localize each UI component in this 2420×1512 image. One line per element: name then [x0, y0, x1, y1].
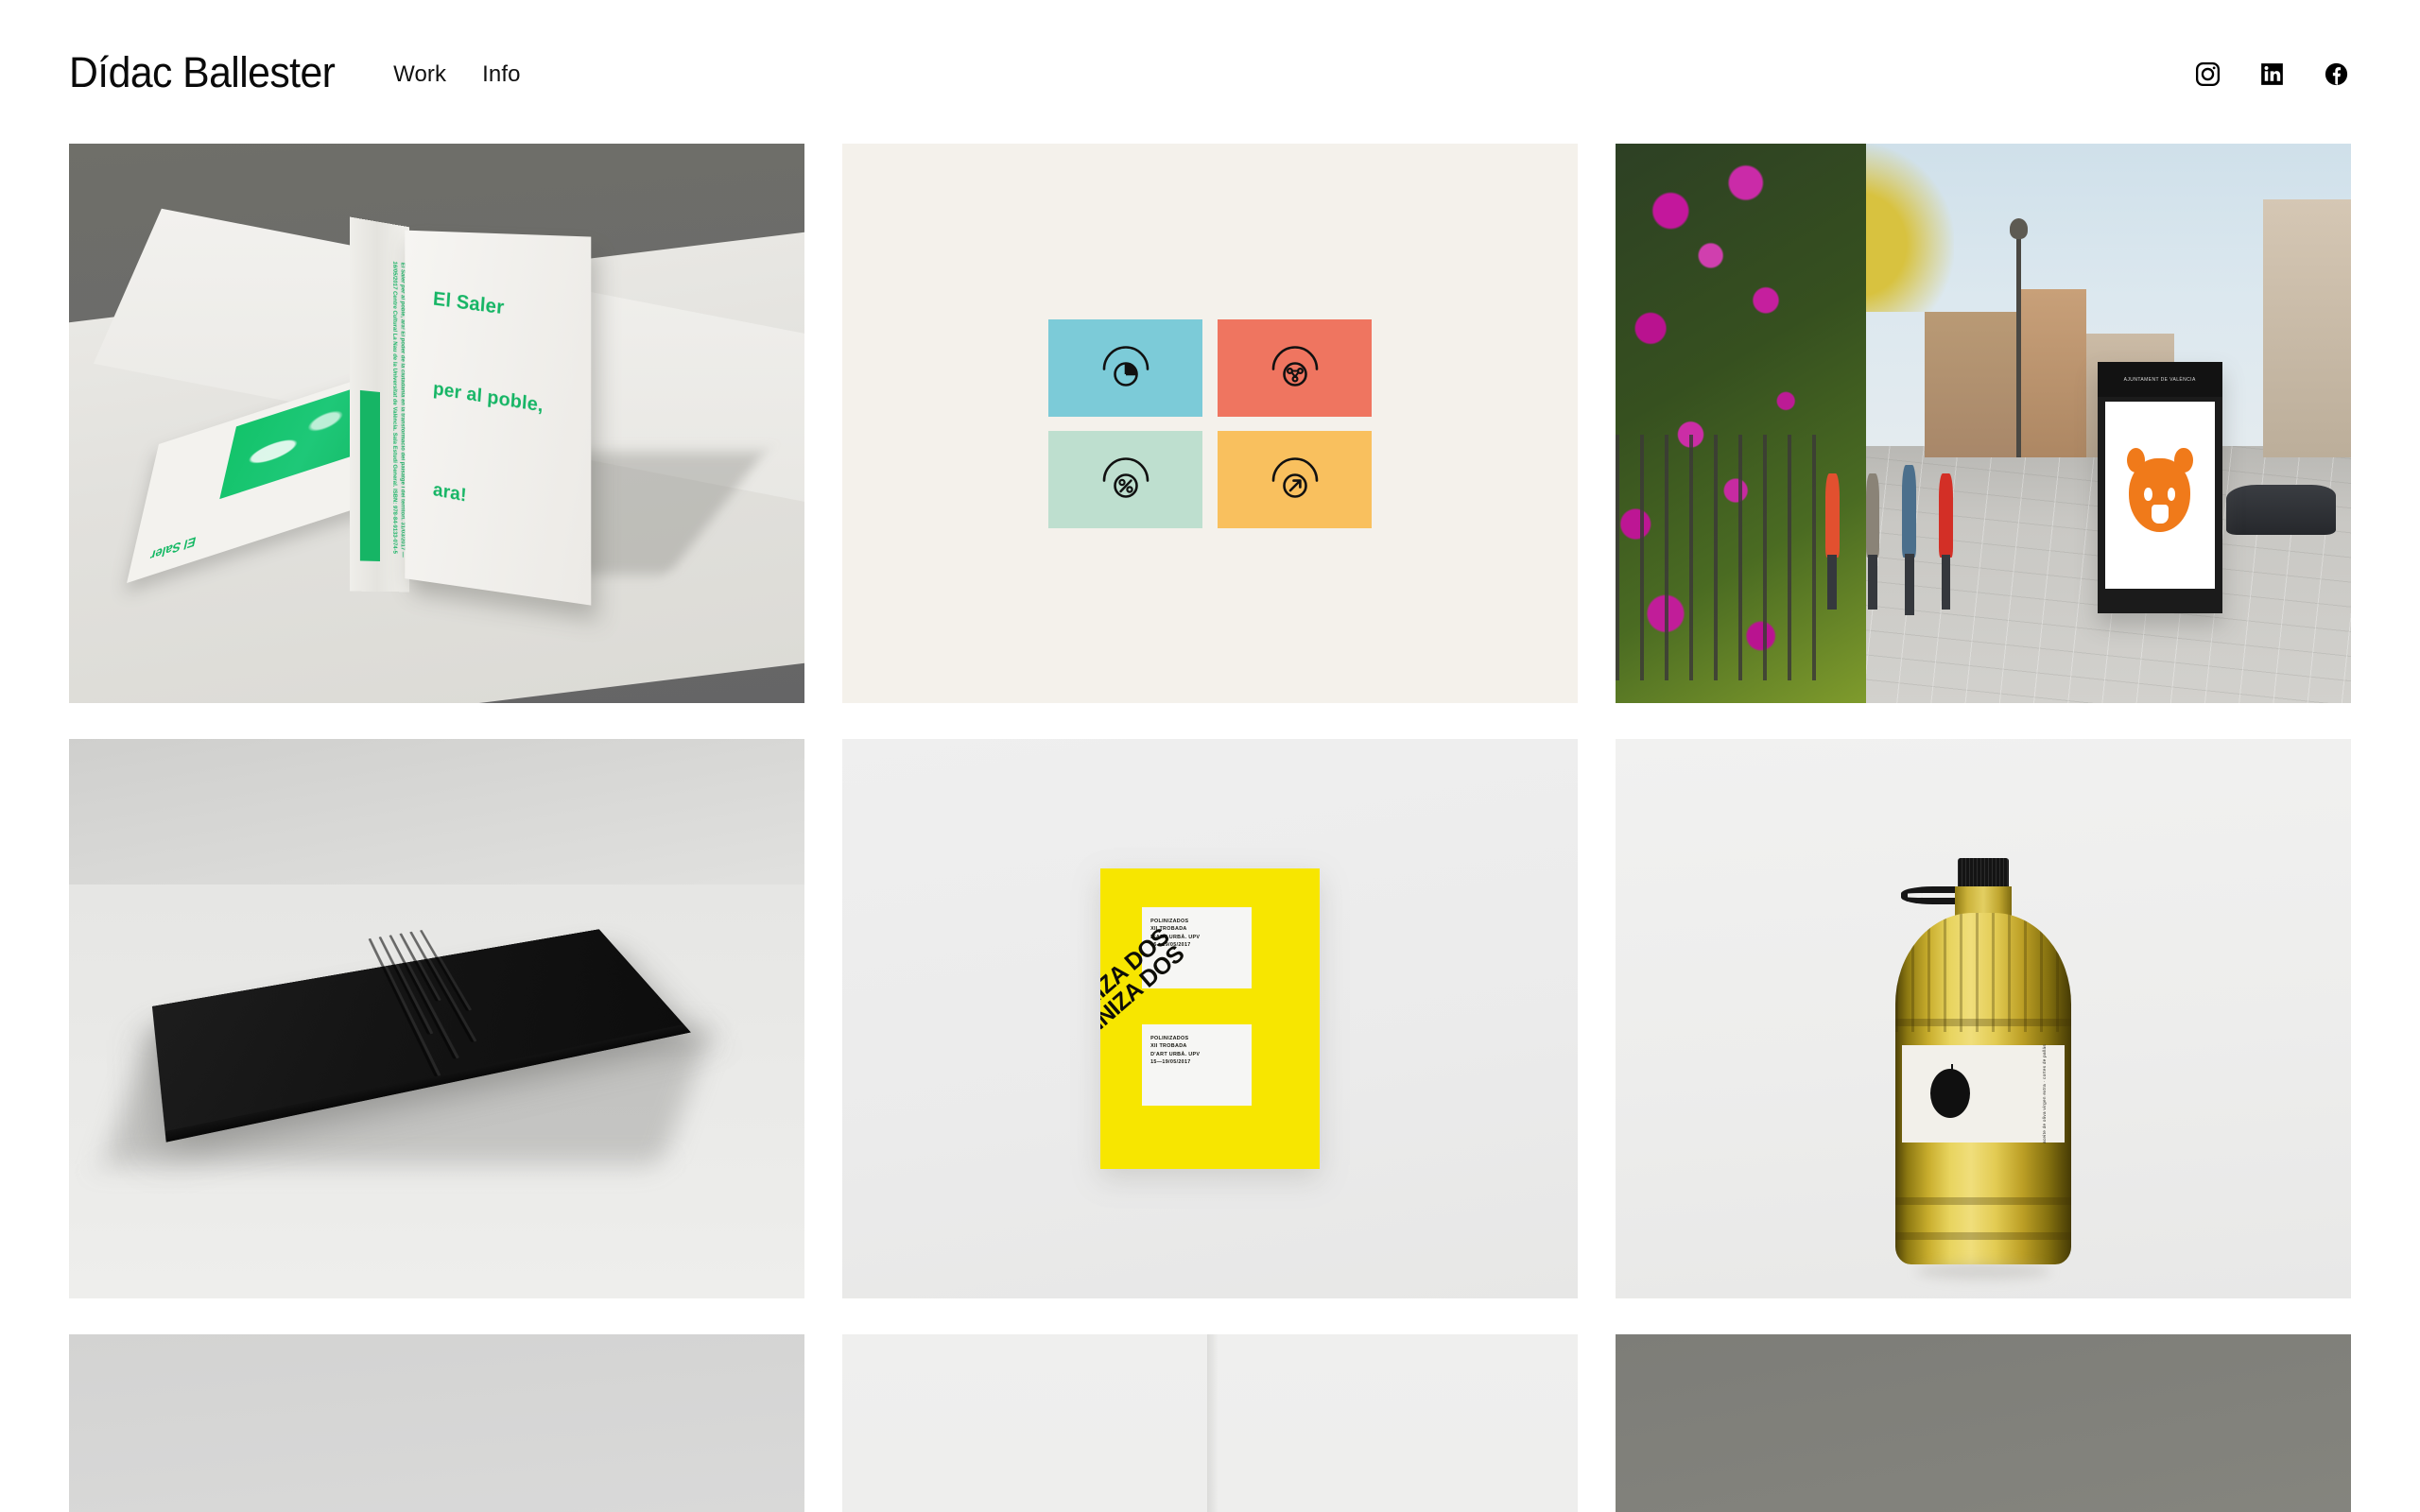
olive-oil-packaging-image: aceite de oliva virgen extra · cortes de…: [1616, 739, 2351, 1298]
olive-oil-bottle: aceite de oliva virgen extra · cortes de…: [1895, 858, 2071, 1280]
building-2: [2019, 288, 2086, 457]
bottle-label: aceite de oliva virgen extra · cortes de…: [1902, 1043, 2065, 1143]
poster-line-4: 15—19/05/2017: [1150, 941, 1191, 948]
work-grid: El Saler El Saler per al poble, ara! El …: [0, 144, 2420, 1512]
black-book-mockup-image: [69, 739, 804, 1298]
social-links: [2192, 55, 2351, 89]
work-tile-olive-oil[interactable]: aceite de oliva virgen extra · cortes de…: [1616, 739, 2351, 1298]
icon-card-arrow: [1218, 430, 1372, 528]
pedestrian: [1865, 473, 1880, 610]
bottle-rib: [1895, 1018, 2071, 1026]
cover-line-1: El Saler: [432, 287, 506, 319]
work-tile-black-book[interactable]: [69, 739, 804, 1298]
valencia-street-photo: AJUNTAMENT DE VALÈNCIA: [1616, 144, 2351, 703]
poster-line-2: XII TROBADA: [1150, 926, 1187, 933]
yellow-poster: POLINIZADOS XII TROBADA D'ART URBÀ. UPV …: [1100, 868, 1320, 1169]
percent-arc-icon: [1102, 457, 1149, 498]
facebook-icon[interactable]: [2321, 59, 2351, 89]
poster-line-4: 15—19/05/2017: [1150, 1058, 1191, 1065]
book-spines: El Saler per al poble, ara! El poder de …: [349, 216, 409, 592]
linkedin-icon[interactable]: [2256, 59, 2287, 89]
poster-line-1: POLINIZADOS: [1150, 919, 1189, 925]
pedestrian: [1939, 473, 1954, 610]
poster-line-3: D'ART URBÀ. UPV: [1150, 934, 1201, 940]
site-brand[interactable]: Dídac Ballester: [69, 51, 336, 94]
standing-book-cover: El Saler per al poble, ara!: [405, 230, 592, 606]
label-text: aceite de oliva virgen extra · cortes de…: [2042, 1043, 2048, 1143]
bear-snout: [2151, 504, 2169, 524]
work-tile-row3-right[interactable]: [1616, 1334, 2351, 1512]
bus-stop-billboard: AJUNTAMENT DE VALÈNCIA: [2097, 361, 2222, 614]
icon-card-network: [1218, 318, 1372, 417]
iron-fence: [1616, 434, 1837, 681]
parked-car: [2225, 485, 2337, 536]
spine-text: El Saler per al poble, ara! El poder de …: [391, 260, 406, 558]
bottle-rib: [1895, 1231, 2071, 1240]
icon-card-pie-chart: [1048, 318, 1202, 417]
work-tile-valencia-street[interactable]: AJUNTAMENT DE VALÈNCIA: [1616, 144, 2351, 703]
spine-green-band: [359, 389, 380, 562]
instagram-icon[interactable]: [2192, 59, 2222, 89]
nav-item-work[interactable]: Work: [393, 61, 446, 88]
billboard-poster: [2104, 402, 2215, 589]
icon-card-percent: [1048, 430, 1202, 528]
icon-system-image: [842, 144, 1578, 703]
bottle-reflection: [1916, 1263, 2050, 1280]
building-right: [2262, 199, 2351, 457]
el-saler-mockup-image: El Saler El Saler per al poble, ara! El …: [69, 144, 804, 703]
icon-card-grid: [1048, 318, 1372, 528]
orange-bear-icon: [2126, 447, 2193, 533]
arrow-up-right-arc-icon: [1271, 457, 1318, 498]
book-spread-image: [842, 1334, 1578, 1512]
bottle-rib: [1895, 1196, 2071, 1205]
cover-line-2: per al poble,: [432, 378, 544, 417]
book-gutter: [1206, 1334, 1218, 1512]
site-header: Dídac Ballester Work Info: [0, 0, 2420, 144]
bear-eye-right: [2167, 488, 2175, 501]
work-tile-polinizados[interactable]: POLINIZADOS XII TROBADA D'ART URBÀ. UPV …: [842, 739, 1578, 1298]
pedestrian: [1902, 465, 1917, 615]
polinizados-poster-image: POLINIZADOS XII TROBADA D'ART URBÀ. UPV …: [842, 739, 1578, 1298]
poster-line-1: POLINIZADOS: [1150, 1036, 1189, 1042]
work-tile-row3-left[interactable]: [69, 1334, 804, 1512]
stack-cover-title: El Saler: [147, 533, 198, 564]
street-lamp: [2010, 217, 2028, 457]
billboard-header-text: AJUNTAMENT DE VALÈNCIA: [2097, 361, 2222, 398]
building-1: [1924, 311, 2020, 457]
poster-line-2: XII TROBADA: [1150, 1043, 1187, 1050]
cover-line-3: ara!: [432, 479, 468, 507]
bottle-cap: [1958, 858, 2009, 890]
row3-left-image: [69, 1334, 804, 1512]
work-tile-el-saler[interactable]: El Saler El Saler per al poble, ara! El …: [69, 144, 804, 703]
work-tile-row3-center[interactable]: [842, 1334, 1578, 1512]
poster-info-block-bottom: POLINIZADOS XII TROBADA D'ART URBÀ. UPV …: [1142, 1024, 1253, 1107]
pie-chart-arc-icon: [1102, 346, 1149, 387]
poster-line-3: D'ART URBÀ. UPV: [1150, 1051, 1201, 1057]
nav-item-info[interactable]: Info: [482, 61, 520, 88]
bear-eye-left: [2144, 488, 2152, 501]
row3-right-image: [1616, 1334, 2351, 1512]
network-nodes-arc-icon: [1271, 346, 1318, 387]
poster-info-block-top: POLINIZADOS XII TROBADA D'ART URBÀ. UPV …: [1142, 907, 1253, 989]
pedestrian: [1824, 473, 1840, 610]
main-nav: Work Info: [393, 56, 520, 88]
olive-graphic: [1930, 1064, 1970, 1119]
work-tile-icon-system[interactable]: [842, 144, 1578, 703]
